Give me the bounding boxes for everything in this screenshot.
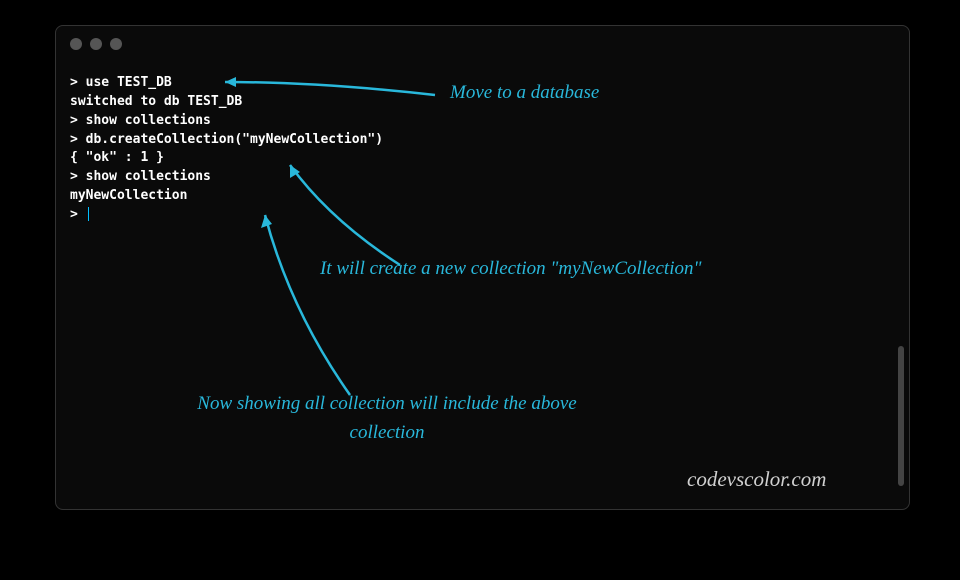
terminal-line: { "ok" : 1 }: [70, 149, 895, 168]
annotation-show-collections: Now showing all collection will include …: [192, 389, 582, 448]
watermark: codevscolor.com: [687, 467, 826, 492]
annotation-move-db: Move to a database: [450, 82, 599, 104]
scrollbar[interactable]: [898, 346, 904, 486]
terminal-line: > db.createCollection("myNewCollection"): [70, 131, 895, 150]
cursor-icon: [88, 207, 89, 221]
annotation-create-collection: It will create a new collection "myNewCo…: [320, 258, 701, 280]
terminal-line: > show collections: [70, 112, 895, 131]
maximize-icon[interactable]: [110, 38, 122, 50]
terminal-prompt: >: [70, 206, 895, 225]
close-icon[interactable]: [70, 38, 82, 50]
terminal-line: myNewCollection: [70, 187, 895, 206]
terminal-line: > show collections: [70, 168, 895, 187]
window-controls: [70, 38, 122, 50]
minimize-icon[interactable]: [90, 38, 102, 50]
prompt-text: >: [70, 207, 86, 222]
